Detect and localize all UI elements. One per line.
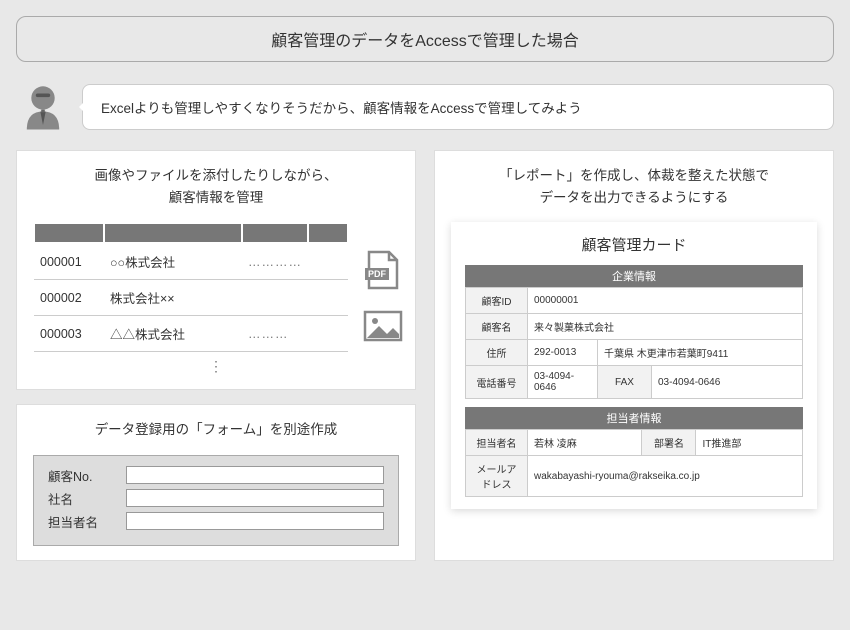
company-info-table: 顧客ID00000001 顧客名来々製菓株式会社 住所292-0013千葉県 木…: [465, 287, 803, 399]
company-name-input[interactable]: [126, 489, 384, 507]
speech-row: Excelよりも管理しやすくなりそうだから、顧客情報をAccessで管理してみよ…: [16, 80, 834, 134]
table-row: 000001○○株式会社…………: [34, 243, 348, 280]
form-label: 顧客No.: [48, 466, 126, 485]
panel-report: 「レポート」を作成し、体裁を整えた状態で データを出力できるようにする 顧客管理…: [434, 150, 834, 561]
form-row: 担当者名: [48, 512, 384, 531]
panel-form: データ登録用の「フォーム」を別途作成 顧客No. 社名 担当者名: [16, 404, 416, 561]
form-row: 社名: [48, 489, 384, 508]
person-avatar-icon: [16, 80, 70, 134]
form-label: 担当者名: [48, 512, 126, 531]
customer-mini-table: 000001○○株式会社………… 000002株式会社×× 000003△△株式…: [33, 222, 349, 352]
panel-report-title: 「レポート」を作成し、体裁を整えた状態で データを出力できるようにする: [451, 165, 817, 208]
form-row: 顧客No.: [48, 466, 384, 485]
customer-no-input[interactable]: [126, 466, 384, 484]
report-card-title: 顧客管理カード: [465, 234, 803, 255]
panel-attachments: 画像やファイルを添付したりしながら、 顧客情報を管理 000001○○株式会社……: [16, 150, 416, 390]
table-row: 000002株式会社××: [34, 280, 348, 316]
contact-info-table: 担当者名若林 凌麻部署名IT推進部 メールアドレスwakabayashi-ryo…: [465, 429, 803, 497]
speech-bubble: Excelよりも管理しやすくなりそうだから、顧客情報をAccessで管理してみよ…: [82, 84, 834, 130]
page-title: 顧客管理のデータをAccessで管理した場合: [16, 16, 834, 62]
section-header-company: 企業情報: [465, 265, 803, 287]
panel-attachments-title: 画像やファイルを添付したりしながら、 顧客情報を管理: [33, 165, 399, 208]
section-header-contact: 担当者情報: [465, 407, 803, 429]
report-card: 顧客管理カード 企業情報 顧客ID00000001 顧客名来々製菓株式会社 住所…: [451, 222, 817, 509]
vertical-dots-icon: ⋮: [33, 358, 399, 375]
contact-name-input[interactable]: [126, 512, 384, 530]
image-file-icon: [361, 304, 405, 348]
form-label: 社名: [48, 489, 126, 508]
svg-text:PDF: PDF: [368, 269, 387, 279]
panel-form-title: データ登録用の「フォーム」を別途作成: [33, 419, 399, 441]
pdf-file-icon: PDF: [361, 248, 405, 292]
table-row: 000003△△株式会社………: [34, 316, 348, 352]
form-box: 顧客No. 社名 担当者名: [33, 455, 399, 546]
